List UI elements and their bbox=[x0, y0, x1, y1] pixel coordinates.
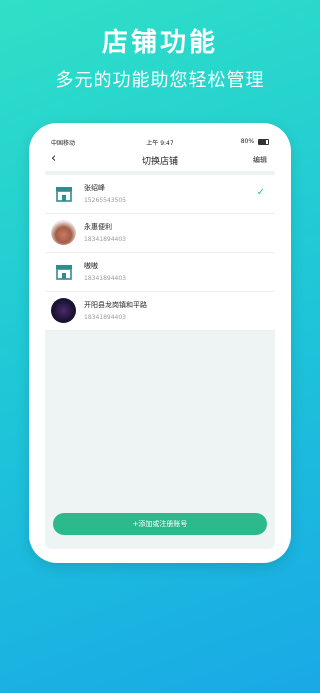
store-name: 张绍峰 bbox=[84, 184, 105, 192]
edit-button[interactable]: 编辑 bbox=[253, 155, 267, 165]
store-item[interactable]: 嗷嗷 18341894403 bbox=[45, 253, 275, 292]
store-item[interactable]: 张绍峰 15265543505 ✓ bbox=[45, 175, 275, 214]
store-phone: 18341894403 bbox=[84, 314, 126, 321]
store-phone: 18341894403 bbox=[84, 236, 126, 243]
store-icon bbox=[51, 181, 76, 206]
store-name: 永惠便利 bbox=[84, 223, 112, 231]
store-item[interactable]: 永惠便利 18341894403 bbox=[45, 214, 275, 253]
check-icon: ✓ bbox=[256, 187, 265, 198]
store-list: 张绍峰 15265543505 ✓ 永惠便利 18341894403 嗷嗷 18… bbox=[45, 175, 275, 331]
store-item[interactable]: 开阳县龙岗镇和平路 18341894403 bbox=[45, 292, 275, 331]
nav-bar: ‹ 切换店铺 编辑 bbox=[45, 149, 275, 171]
store-avatar-photo bbox=[51, 220, 76, 245]
status-bar: 中国移动 上午 9:47 80% bbox=[45, 135, 275, 149]
store-phone: 15265543505 bbox=[84, 197, 126, 204]
store-avatar-photo bbox=[51, 298, 76, 323]
battery-percent: 80% bbox=[240, 138, 255, 145]
hero-subtitle: 多元的功能助您轻松管理 bbox=[55, 70, 265, 91]
battery-icon bbox=[258, 138, 269, 145]
app-screen: 中国移动 上午 9:47 80% ‹ 切换店铺 编辑 张绍峰 152655435… bbox=[45, 135, 275, 549]
store-phone: 18341894403 bbox=[84, 275, 126, 282]
phone-mockup: 中国移动 上午 9:47 80% ‹ 切换店铺 编辑 张绍峰 152655435… bbox=[29, 123, 291, 563]
store-name: 开阳县龙岗镇和平路 bbox=[84, 301, 147, 309]
add-account-button[interactable]: +添加或注册账号 bbox=[53, 513, 267, 535]
store-icon bbox=[51, 259, 76, 284]
hero-title: 店铺功能 bbox=[101, 28, 218, 58]
battery-status: 80% bbox=[241, 138, 269, 145]
store-name: 嗷嗷 bbox=[84, 262, 98, 270]
page-title: 切换店铺 bbox=[141, 157, 178, 167]
